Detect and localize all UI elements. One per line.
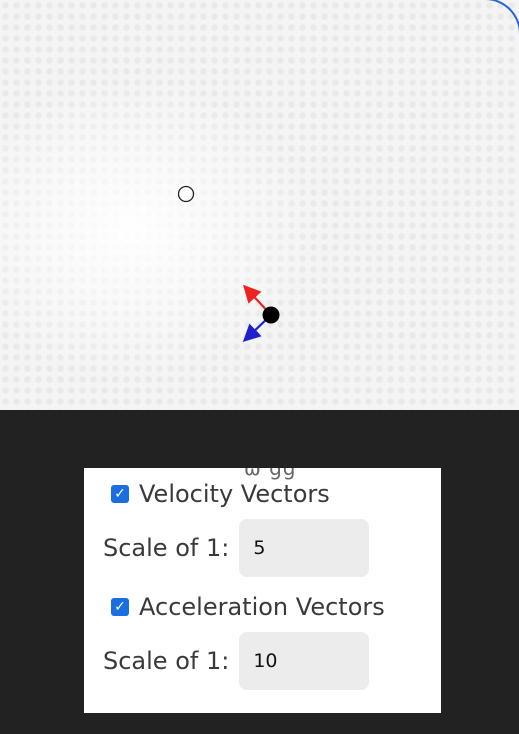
- acceleration-scale-value: 10: [253, 650, 278, 672]
- velocity-toggle-row[interactable]: ✓ Velocity Vectors: [111, 480, 330, 508]
- acceleration-scale-input[interactable]: 10: [239, 632, 370, 690]
- acceleration-scale-label: Scale of 1:: [103, 647, 230, 675]
- controls-panel: ω gg ✓ Velocity Vectors Scale of 1: 5 ✓ …: [84, 468, 441, 713]
- velocity-vectors-checkbox[interactable]: ✓: [111, 485, 129, 503]
- velocity-scale-input[interactable]: 5: [239, 519, 370, 577]
- acceleration-toggle-row[interactable]: ✓ Acceleration Vectors: [111, 593, 385, 621]
- simulation-canvas[interactable]: [0, 0, 519, 410]
- clipped-heading: ω gg: [244, 468, 297, 480]
- simulation-drawing: [177, 185, 280, 343]
- velocity-scale-row: Scale of 1: 5: [103, 519, 370, 577]
- velocity-vectors-label: Velocity Vectors: [139, 480, 330, 508]
- velocity-scale-value: 5: [253, 537, 266, 559]
- acceleration-vectors-label: Acceleration Vectors: [139, 593, 385, 621]
- acceleration-scale-row: Scale of 1: 10: [103, 632, 370, 690]
- acceleration-vectors-checkbox[interactable]: ✓: [111, 598, 129, 616]
- center-point[interactable]: [177, 185, 195, 203]
- velocity-scale-label: Scale of 1:: [103, 534, 230, 562]
- moving-object[interactable]: [262, 306, 280, 324]
